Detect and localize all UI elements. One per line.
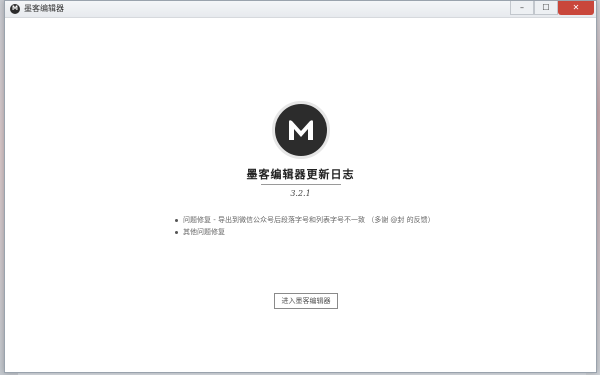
window-title: 墨客编辑器 — [24, 4, 64, 13]
note-text: 问题修复 - 导出到微信公众号后段落字号和列表字号不一致 （多谢 @封 的反馈） — [183, 216, 435, 224]
window-controls: – ☐ ✕ — [510, 1, 594, 15]
note-text: 其他问题修复 — [183, 228, 225, 236]
app-icon: M — [10, 4, 20, 14]
changelog-heading: 墨客编辑器更新日志 — [246, 168, 355, 181]
version-number: 3.2.1 — [290, 189, 311, 198]
list-item: 其他问题修复 — [175, 227, 445, 238]
app-logo — [272, 101, 330, 159]
heading-divider — [261, 184, 341, 185]
enter-editor-button[interactable]: 进入墨客编辑器 — [274, 293, 338, 309]
minimize-button[interactable]: – — [510, 1, 534, 15]
bullet-icon — [175, 231, 178, 234]
changelog-list: 问题修复 - 导出到微信公众号后段落字号和列表字号不一致 （多谢 @封 的反馈）… — [175, 215, 445, 239]
app-window: M 墨客编辑器 – ☐ ✕ 墨客编辑器更新日志 3.2.1 问题修复 - 导出到… — [4, 0, 597, 373]
close-button[interactable]: ✕ — [558, 1, 594, 15]
list-item: 问题修复 - 导出到微信公众号后段落字号和列表字号不一致 （多谢 @封 的反馈） — [175, 215, 445, 226]
logo-m-icon — [289, 120, 313, 140]
maximize-button[interactable]: ☐ — [534, 1, 558, 15]
bullet-icon — [175, 219, 178, 222]
title-bar[interactable]: M 墨客编辑器 – ☐ ✕ — [5, 1, 596, 18]
changelog-page: 墨客编辑器更新日志 3.2.1 问题修复 - 导出到微信公众号后段落字号和列表字… — [5, 18, 596, 372]
